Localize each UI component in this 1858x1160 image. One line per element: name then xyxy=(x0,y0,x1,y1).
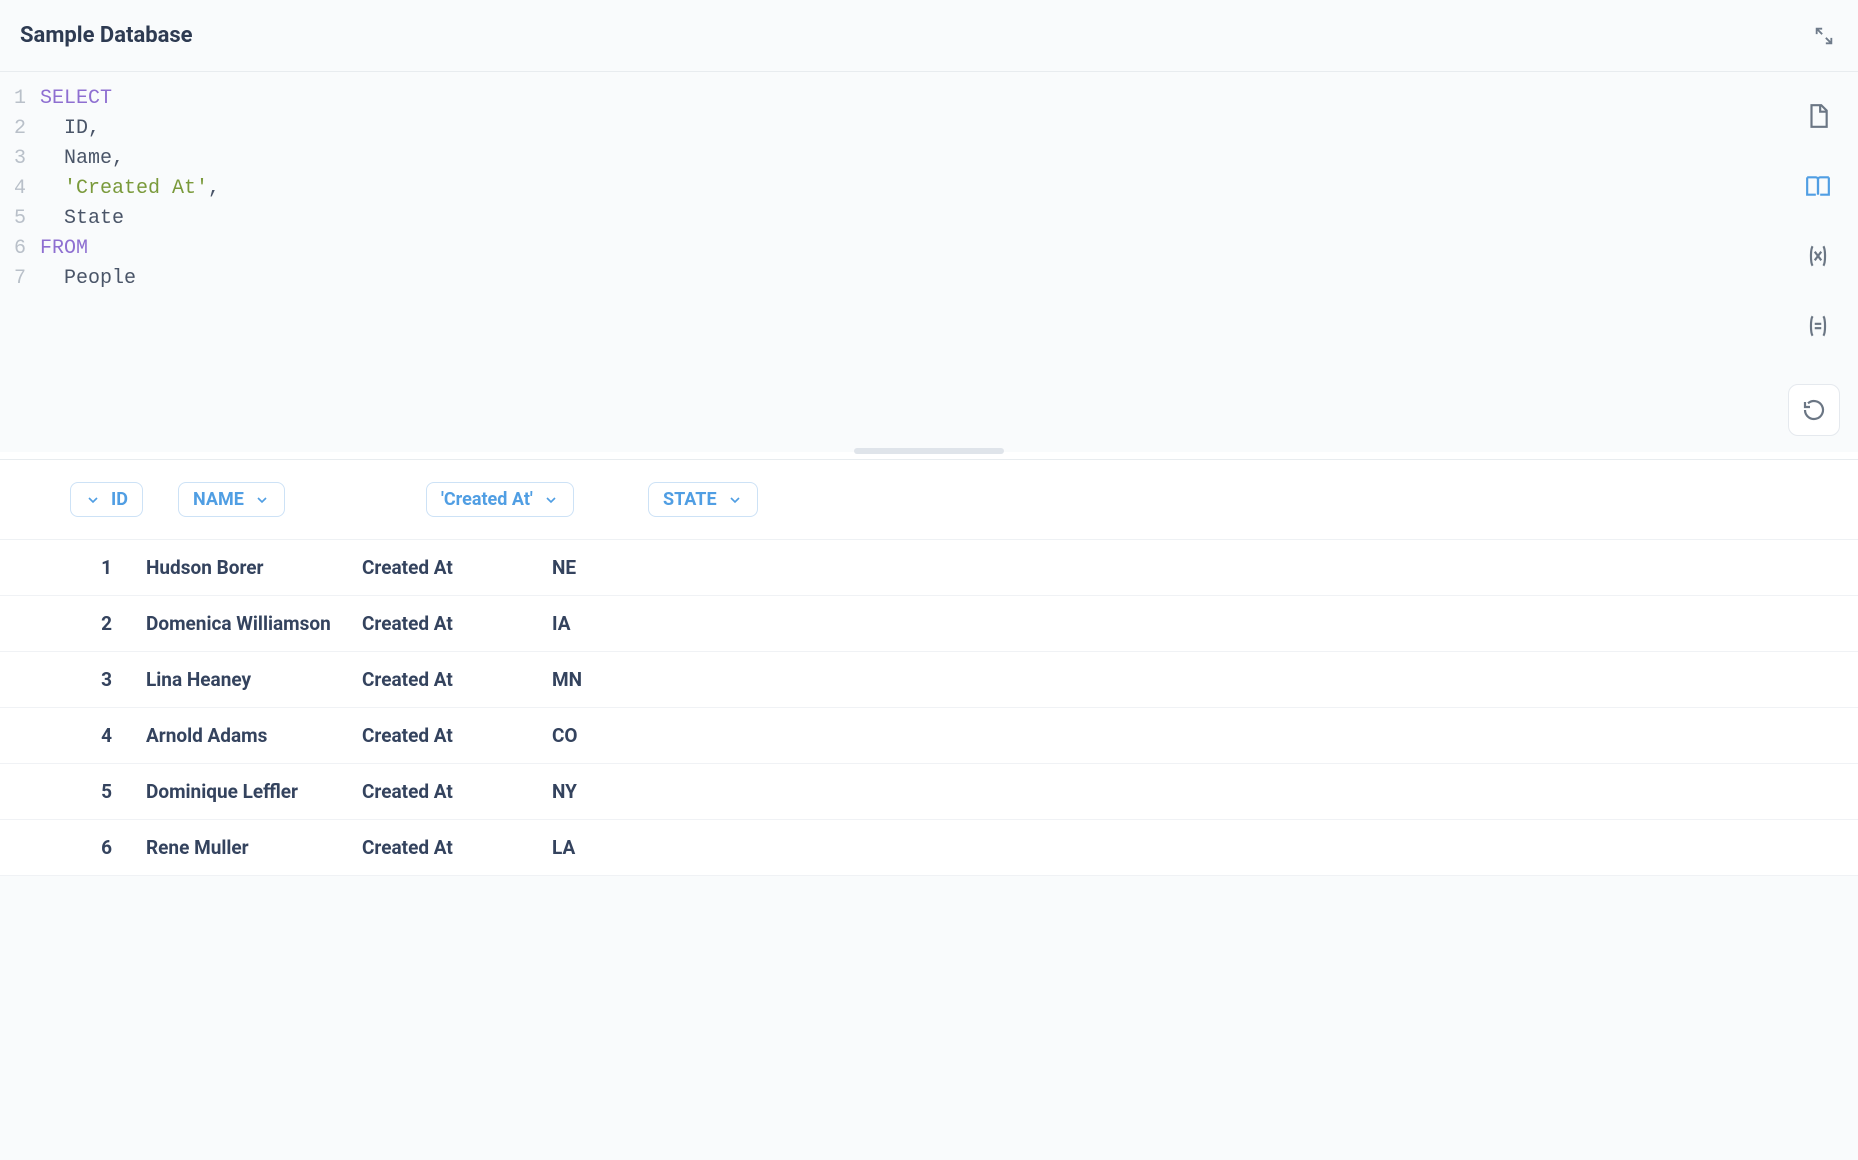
code-line: ID, xyxy=(40,114,1858,144)
line-number: 5 xyxy=(0,204,26,234)
column-header-label: NAME xyxy=(193,489,244,510)
cell-created: Created At xyxy=(362,668,552,691)
code-line: Name, xyxy=(40,144,1858,174)
code-line: FROM xyxy=(40,234,1858,264)
app-root: Sample Database 1234567 SELECT ID, Name,… xyxy=(0,0,1858,1160)
table-row[interactable]: 1Hudson BorerCreated AtNE xyxy=(0,540,1858,596)
cell-id: 4 xyxy=(56,724,146,747)
collapse-icon[interactable] xyxy=(1810,22,1838,50)
cell-state: LA xyxy=(552,836,672,859)
rows: 1Hudson BorerCreated AtNE2Domenica Willi… xyxy=(0,540,1858,876)
cell-id: 1 xyxy=(56,556,146,579)
cell-created: Created At xyxy=(362,556,552,579)
line-number: 1 xyxy=(0,84,26,114)
variables-icon[interactable] xyxy=(1802,240,1834,272)
column-header-created[interactable]: 'Created At' xyxy=(426,482,574,517)
table-row[interactable]: 4Arnold AdamsCreated AtCO xyxy=(0,708,1858,764)
line-number: 4 xyxy=(0,174,26,204)
column-headers: ID NAME 'Created At' STATE xyxy=(0,460,1858,540)
sql-editor[interactable]: 1234567 SELECT ID, Name, 'Created At', S… xyxy=(0,72,1858,452)
table-row[interactable]: 3Lina HeaneyCreated AtMN xyxy=(0,652,1858,708)
database-title: Sample Database xyxy=(20,23,193,48)
cell-name: Hudson Borer xyxy=(146,556,362,579)
cell-id: 5 xyxy=(56,780,146,803)
cell-name: Domenica Williamson xyxy=(146,612,362,635)
chevron-down-icon xyxy=(85,492,101,508)
cell-created: Created At xyxy=(362,612,552,635)
header: Sample Database xyxy=(0,0,1858,72)
code-line: 'Created At', xyxy=(40,174,1858,204)
cell-state: CO xyxy=(552,724,672,747)
snippets-icon[interactable] xyxy=(1802,310,1834,342)
column-header-id[interactable]: ID xyxy=(70,482,143,517)
document-icon[interactable] xyxy=(1802,100,1834,132)
cell-state: IA xyxy=(552,612,672,635)
cell-state: NE xyxy=(552,556,672,579)
cell-id: 6 xyxy=(56,836,146,859)
cell-created: Created At xyxy=(362,836,552,859)
column-header-name[interactable]: NAME xyxy=(178,482,285,517)
table-row[interactable]: 6Rene MullerCreated AtLA xyxy=(0,820,1858,876)
cell-id: 2 xyxy=(56,612,146,635)
cell-name: Dominique Leffler xyxy=(146,780,362,803)
resize-handle[interactable] xyxy=(0,452,1858,460)
chevron-down-icon xyxy=(254,492,270,508)
code-area[interactable]: SELECT ID, Name, 'Created At', StateFROM… xyxy=(40,84,1858,452)
cell-name: Lina Heaney xyxy=(146,668,362,691)
code-line: State xyxy=(40,204,1858,234)
results-panel: IDNAME'Created At'STATE 1Hudson BorerCre… xyxy=(0,460,1858,876)
column-header-state[interactable]: STATE xyxy=(648,482,758,517)
cell-state: NY xyxy=(552,780,672,803)
book-open-icon[interactable] xyxy=(1802,170,1834,202)
code-line: SELECT xyxy=(40,84,1858,114)
cell-state: MN xyxy=(552,668,672,691)
line-number-gutter: 1234567 xyxy=(0,84,40,452)
line-number: 6 xyxy=(0,234,26,264)
cell-created: Created At xyxy=(362,724,552,747)
cell-id: 3 xyxy=(56,668,146,691)
sql-editor-panel: 1234567 SELECT ID, Name, 'Created At', S… xyxy=(0,72,1858,452)
chevron-down-icon xyxy=(543,492,559,508)
cell-name: Arnold Adams xyxy=(146,724,362,747)
code-line: People xyxy=(40,264,1858,294)
cell-name: Rene Muller xyxy=(146,836,362,859)
line-number: 3 xyxy=(0,144,26,174)
column-header-label: STATE xyxy=(663,489,717,510)
line-number: 2 xyxy=(0,114,26,144)
line-number: 7 xyxy=(0,264,26,294)
refresh-button[interactable] xyxy=(1788,384,1840,436)
cell-created: Created At xyxy=(362,780,552,803)
chevron-down-icon xyxy=(727,492,743,508)
table-row[interactable]: 5Dominique LefflerCreated AtNY xyxy=(0,764,1858,820)
column-header-label: 'Created At' xyxy=(441,489,533,510)
column-header-label: ID xyxy=(111,489,128,510)
table-row[interactable]: 2Domenica WilliamsonCreated AtIA xyxy=(0,596,1858,652)
